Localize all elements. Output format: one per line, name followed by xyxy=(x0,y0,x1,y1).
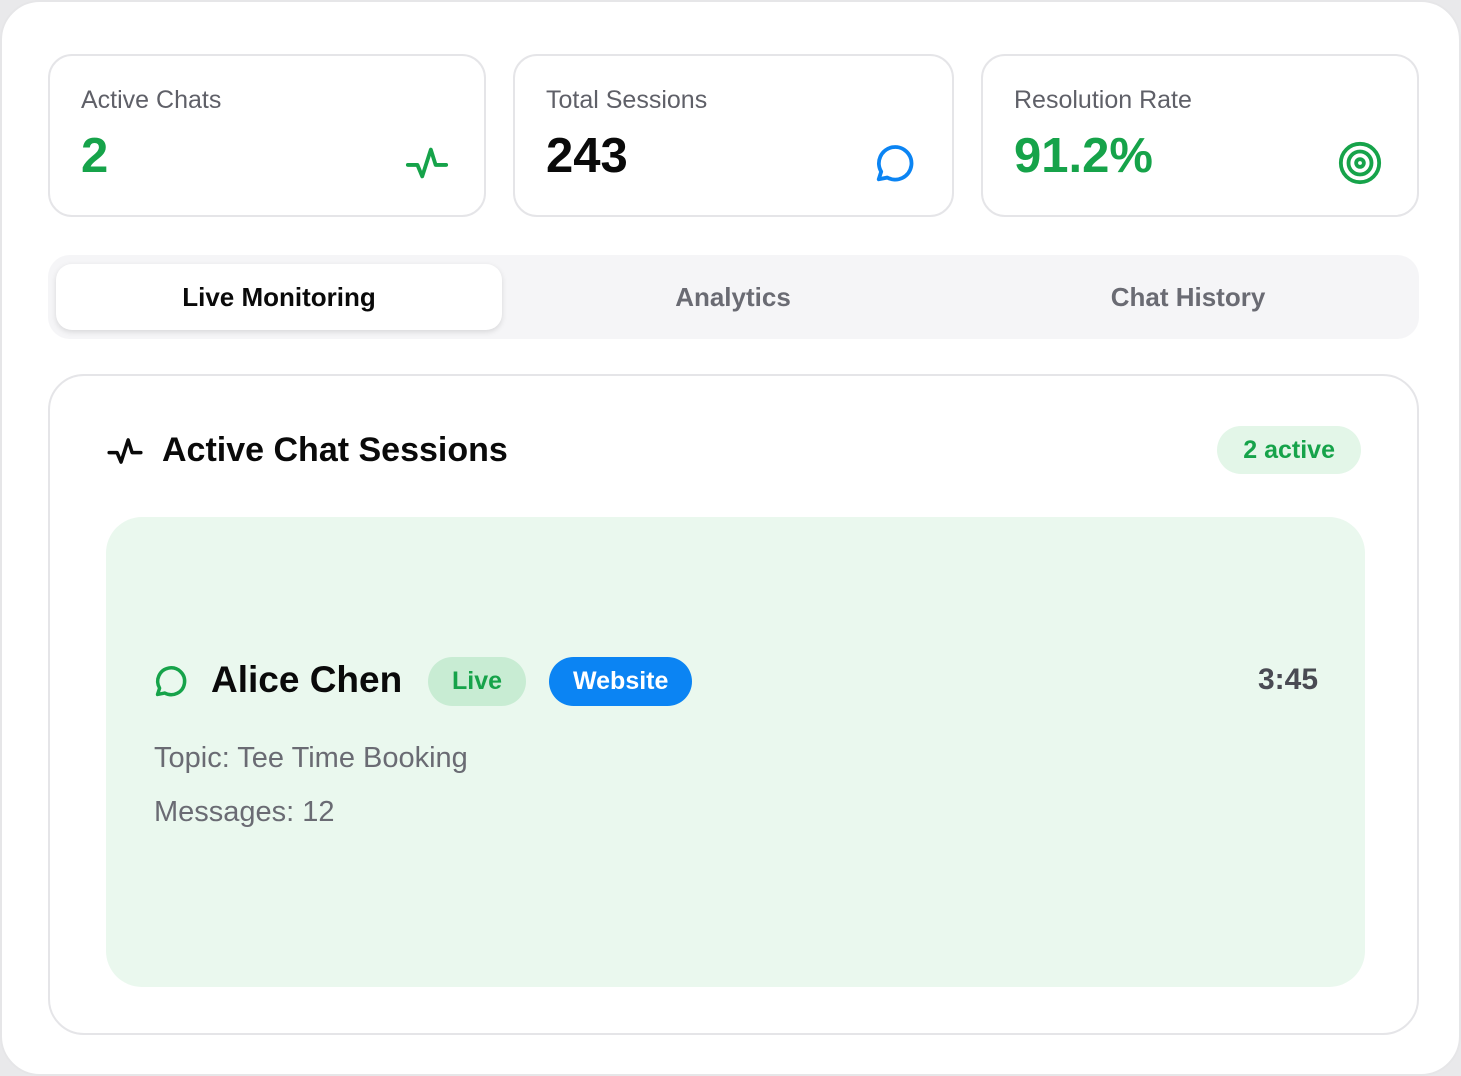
session-topic: Topic: Tee Time Booking xyxy=(154,742,468,774)
tab-bar: Live Monitoring Analytics Chat History xyxy=(48,255,1419,339)
stat-value: 243 xyxy=(546,129,628,183)
active-count-badge: 2 active xyxy=(1217,426,1361,474)
message-circle-icon xyxy=(876,145,914,182)
status-badge: Live xyxy=(428,657,527,706)
activity-icon xyxy=(405,147,449,179)
session-duration: 3:45 xyxy=(1257,663,1318,696)
activity-icon xyxy=(107,438,143,464)
session-user-name: Alice Chen xyxy=(211,659,403,700)
panel-title: Active Chat Sessions xyxy=(162,431,508,469)
stat-card-total-sessions: Total Sessions 243 xyxy=(513,54,954,217)
chat-session-card[interactable]: Alice Chen Live Website 3:45 Topic: Tee … xyxy=(106,517,1365,987)
tab-analytics[interactable]: Analytics xyxy=(510,264,956,330)
stat-card-active-chats: Active Chats 2 xyxy=(48,54,486,217)
stat-label: Resolution Rate xyxy=(1014,86,1192,114)
tab-live-monitoring[interactable]: Live Monitoring xyxy=(56,264,502,330)
message-circle-icon xyxy=(155,666,187,697)
session-message-count: Messages: 12 xyxy=(154,796,335,828)
dashboard-frame: Active Chats 2 Total Sessions 243 Resolu… xyxy=(0,0,1461,1076)
stat-label: Active Chats xyxy=(81,86,222,114)
target-icon xyxy=(1338,141,1382,185)
stat-label: Total Sessions xyxy=(546,86,708,114)
stat-value: 2 xyxy=(81,129,109,183)
stat-card-resolution-rate: Resolution Rate 91.2% xyxy=(981,54,1419,217)
active-sessions-panel: Active Chat Sessions 2 active Alice Chen… xyxy=(48,374,1419,1035)
tab-chat-history[interactable]: Chat History xyxy=(965,264,1411,330)
channel-badge: Website xyxy=(549,657,693,706)
stat-value: 91.2% xyxy=(1014,129,1153,183)
